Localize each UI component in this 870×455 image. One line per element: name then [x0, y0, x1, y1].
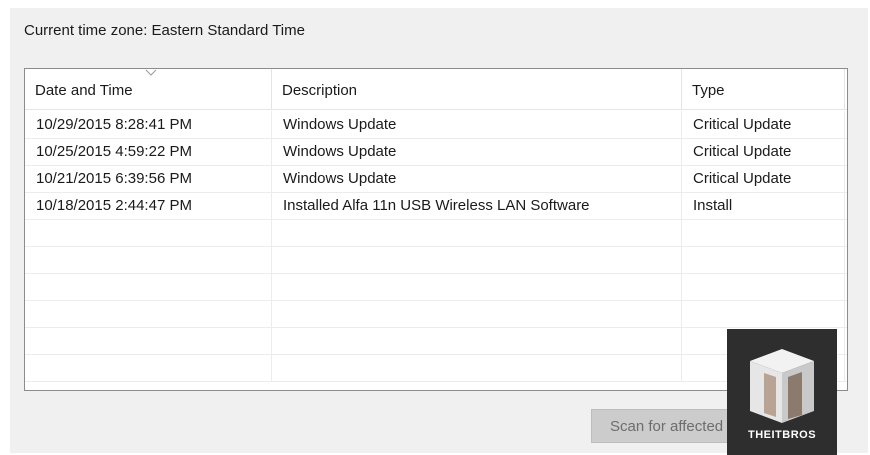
watermark-text: THEITBROS: [747, 429, 817, 441]
empty-row: [25, 246, 847, 274]
empty-cell: [272, 354, 682, 381]
cell-description: Installed Alfa 11n USB Wireless LAN Soft…: [272, 192, 682, 219]
timezone-label: Current time zone: Eastern Standard Time: [24, 22, 305, 39]
table-row[interactable]: 10/21/2015 6:39:56 PM Windows Update Cri…: [25, 165, 847, 193]
watermark-logo: THEITBROS: [727, 329, 837, 455]
cell-description: Windows Update: [272, 165, 682, 192]
empty-row: [25, 273, 847, 301]
empty-row: [25, 219, 847, 247]
column-header-type-label: Type: [692, 82, 725, 99]
cell-type: Critical Update: [682, 111, 845, 138]
restore-points-list[interactable]: Date and Time Description Type 10/29/201…: [24, 68, 848, 391]
empty-cell: [25, 273, 272, 300]
empty-cell: [25, 246, 272, 273]
cell-description: Windows Update: [272, 138, 682, 165]
cell-date: 10/21/2015 6:39:56 PM: [25, 165, 272, 192]
empty-cell: [25, 300, 272, 327]
empty-cell: [272, 246, 682, 273]
table-row[interactable]: 10/25/2015 4:59:22 PM Windows Update Cri…: [25, 138, 847, 166]
empty-row: [25, 300, 847, 328]
table-row[interactable]: 10/29/2015 8:28:41 PM Windows Update Cri…: [25, 111, 847, 139]
empty-cell: [682, 219, 845, 246]
empty-cell: [682, 273, 845, 300]
theitbros-logo-icon: [750, 349, 814, 423]
column-header-date-label: Date and Time: [35, 82, 133, 99]
empty-cell: [682, 300, 845, 327]
empty-cell: [272, 300, 682, 327]
cell-description: Windows Update: [272, 111, 682, 138]
cell-date: 10/29/2015 8:28:41 PM: [25, 111, 272, 138]
list-header: Date and Time Description Type: [25, 69, 847, 110]
chevron-down-icon: [145, 69, 157, 76]
column-header-description-label: Description: [282, 82, 358, 99]
empty-cell: [682, 246, 845, 273]
empty-row: [25, 327, 847, 355]
cell-date: 10/25/2015 4:59:22 PM: [25, 138, 272, 165]
cell-type: Install: [682, 192, 845, 219]
empty-cell: [25, 354, 272, 381]
empty-row: [25, 354, 847, 382]
empty-cell: [25, 219, 272, 246]
table-row[interactable]: 10/18/2015 2:44:47 PM Installed Alfa 11n…: [25, 192, 847, 220]
cell-type: Critical Update: [682, 165, 845, 192]
empty-cell: [272, 327, 682, 354]
empty-cell: [272, 273, 682, 300]
column-header-description[interactable]: Description: [272, 69, 682, 109]
empty-cell: [25, 327, 272, 354]
column-header-date[interactable]: Date and Time: [25, 69, 272, 109]
column-header-type[interactable]: Type: [682, 69, 845, 109]
empty-cell: [272, 219, 682, 246]
cell-date: 10/18/2015 2:44:47 PM: [25, 192, 272, 219]
cell-type: Critical Update: [682, 138, 845, 165]
